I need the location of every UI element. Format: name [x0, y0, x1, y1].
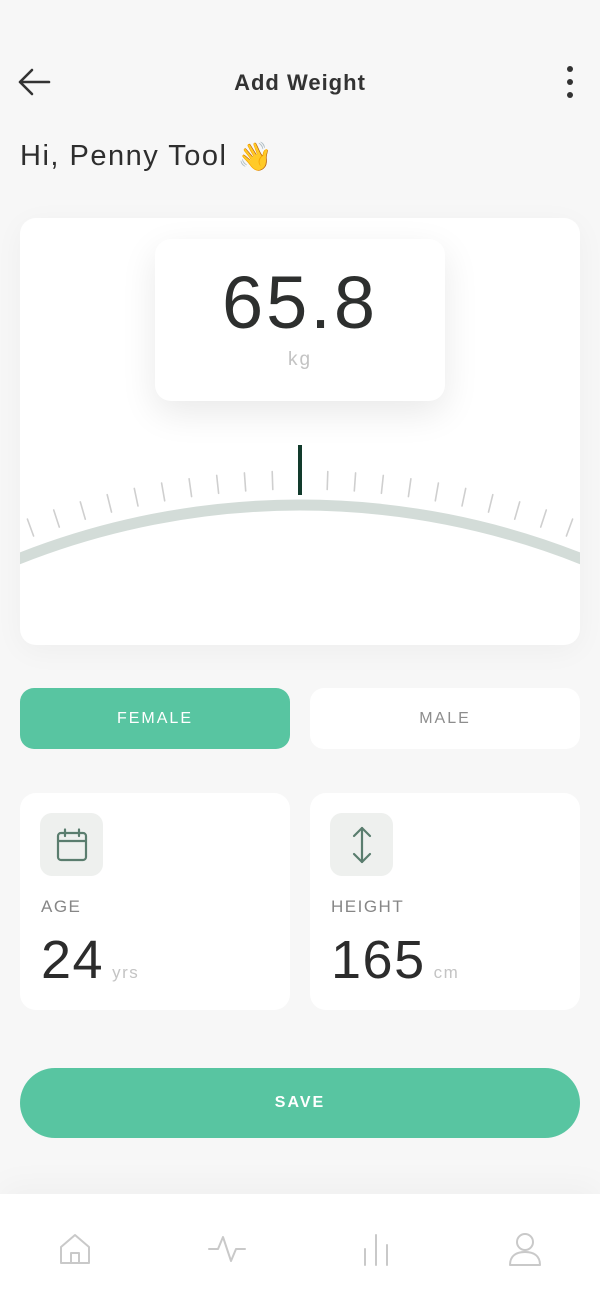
scale-tick [326, 470, 329, 491]
height-card[interactable]: HEIGHT 165 cm [310, 793, 580, 1010]
height-value-row: 165 cm [331, 929, 459, 991]
scale-tick [133, 487, 139, 507]
weight-unit: kg [287, 349, 313, 370]
waving-hand-emoji: 👋 [237, 141, 274, 172]
greeting: Hi, Penny Tool 👋 [20, 140, 274, 173]
scale-tick [79, 501, 87, 521]
header: Add Weight [0, 50, 600, 116]
weight-value: 65.8 [221, 261, 379, 344]
home-icon [60, 1234, 90, 1264]
scale-arc [20, 499, 580, 565]
user-icon [509, 1233, 541, 1266]
activity-icon [208, 1236, 246, 1262]
age-label: AGE [41, 897, 82, 916]
scale-tick [106, 493, 113, 513]
scale-tick [52, 509, 61, 528]
scale-tick [188, 477, 193, 498]
bar-chart-icon [364, 1234, 388, 1266]
more-vertical-icon [567, 66, 573, 98]
height-value: 165 [331, 930, 426, 990]
age-value: 24 [41, 930, 105, 990]
greeting-text: Hi, Penny Tool [20, 140, 228, 172]
age-card[interactable]: AGE 24 yrs [20, 793, 290, 1010]
scale-tick [461, 487, 467, 507]
weight-scale-card: 65.8 kg [20, 218, 580, 645]
nav-profile[interactable] [500, 1224, 550, 1274]
scale-tick [215, 474, 220, 495]
nav-statistics[interactable] [351, 1224, 401, 1274]
height-label: HEIGHT [331, 897, 405, 916]
gender-female-button[interactable]: FEMALE [20, 688, 290, 749]
save-button[interactable]: SAVE [20, 1068, 580, 1138]
age-unit: yrs [112, 963, 140, 982]
nav-home[interactable] [50, 1224, 100, 1274]
page-title: Add Weight [234, 70, 366, 95]
weight-reading: 65.8 kg [155, 239, 445, 401]
scale-tick [407, 477, 412, 498]
age-icon-tile [40, 813, 103, 876]
height-icon-tile [330, 813, 393, 876]
height-unit: cm [433, 963, 460, 982]
scale-tick [271, 470, 274, 491]
bottom-navigation [0, 1194, 600, 1299]
scale-tick [513, 501, 521, 521]
scale-tick [539, 509, 548, 528]
scale-tick [565, 518, 574, 537]
more-options-button[interactable] [548, 60, 592, 104]
scale-tick [353, 472, 357, 492]
scale-tick [26, 518, 35, 537]
gender-male-button[interactable]: MALE [310, 688, 580, 749]
vertical-arrows-icon [352, 826, 371, 863]
scale-tick [487, 493, 494, 513]
scale-tick [380, 474, 385, 495]
calendar-icon [56, 827, 87, 861]
age-value-row: 24 yrs [41, 929, 139, 991]
nav-activity[interactable] [202, 1224, 252, 1274]
add-weight-screen: Add Weight Hi, Penny Tool 👋 65.8 kg FEMA… [0, 0, 600, 1299]
scale-tick [243, 472, 247, 492]
scale-tick [160, 482, 166, 502]
scale-tick [434, 482, 440, 502]
